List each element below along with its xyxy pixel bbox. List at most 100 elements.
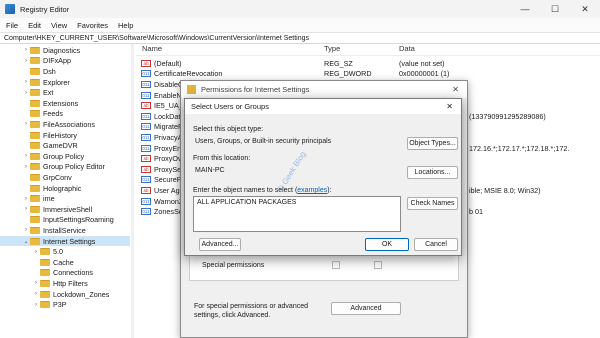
check-names-button[interactable]: Check Names xyxy=(407,197,458,210)
chevron-icon[interactable]: › xyxy=(32,291,40,297)
string-value-icon: ab xyxy=(141,155,151,163)
string-value-icon: ab xyxy=(141,165,151,173)
value-row[interactable]: 011 CertificateRevocation REG_DWORD 0x00000… xyxy=(136,69,600,80)
tree-item-label: Ext xyxy=(43,88,54,98)
minimize-button[interactable]: — xyxy=(510,0,540,18)
value-row[interactable]: ab (Default) REG_SZ (value not set) xyxy=(136,58,600,69)
column-type[interactable]: Type xyxy=(324,44,399,55)
folder-icon xyxy=(40,279,50,287)
tree-item[interactable]: › Group Policy xyxy=(0,151,130,162)
address-bar[interactable]: Computer\HKEY_CURRENT_USER\Software\Micr… xyxy=(0,32,600,44)
allow-checkbox[interactable] xyxy=(332,261,340,269)
cancel-button[interactable]: Cancel xyxy=(414,238,458,251)
examples-link[interactable]: examples xyxy=(297,187,327,194)
folder-icon xyxy=(40,248,50,256)
select-close-icon[interactable]: ✕ xyxy=(446,102,453,111)
location-label: From this location: xyxy=(193,155,251,162)
menu-file[interactable]: File xyxy=(6,21,18,30)
tree-item[interactable]: GameDVR xyxy=(0,140,130,151)
tree-scrollbar[interactable] xyxy=(131,44,134,338)
menu-bar: File Edit View Favorites Help xyxy=(0,18,600,32)
folder-icon xyxy=(30,142,40,150)
tree-item[interactable]: › ime xyxy=(0,193,130,204)
tree-item[interactable]: GrpConv xyxy=(0,172,130,183)
tree-item[interactable]: › P3P xyxy=(0,299,130,310)
binary-value-icon: 011 xyxy=(141,176,151,184)
chevron-icon[interactable]: › xyxy=(22,90,30,96)
registry-tree: › Diagnostics › DIFxApp Dsh › Explorer › Ext Exte… xyxy=(0,44,134,338)
tree-item[interactable]: › Ext xyxy=(0,87,130,98)
tree-item[interactable]: › 5.0 xyxy=(0,246,130,257)
chevron-icon[interactable]: › xyxy=(22,227,30,233)
binary-value-icon: 011 xyxy=(141,123,151,131)
value-type: REG_DWORD xyxy=(324,69,372,79)
tree-item[interactable]: Connections xyxy=(0,268,130,279)
tree-item[interactable]: Holographic xyxy=(0,183,130,194)
menu-edit[interactable]: Edit xyxy=(28,21,41,30)
folder-icon xyxy=(30,120,40,128)
binary-value-icon: 011 xyxy=(141,70,151,78)
maximize-button[interactable]: ☐ xyxy=(540,0,570,18)
tree-item[interactable]: Feeds xyxy=(0,109,130,120)
tree-item-label: DIFxApp xyxy=(43,56,71,66)
chevron-icon[interactable]: ⌄ xyxy=(22,238,30,245)
ok-button[interactable]: OK xyxy=(365,238,409,251)
chevron-icon[interactable]: › xyxy=(22,196,30,202)
chevron-icon[interactable]: › xyxy=(22,58,30,64)
tree-item[interactable]: › Diagnostics xyxy=(0,45,130,56)
folder-icon xyxy=(30,216,40,224)
permissions-advanced-button[interactable]: Advanced xyxy=(331,302,401,315)
chevron-icon[interactable]: › xyxy=(32,302,40,308)
tree-item-label: Http Filters xyxy=(53,278,88,288)
chevron-icon[interactable]: › xyxy=(22,153,30,159)
tree-item[interactable]: Extensions xyxy=(0,98,130,109)
folder-icon xyxy=(30,226,40,234)
tree-item[interactable]: Cache xyxy=(0,257,130,268)
tree-item-label: Holographic xyxy=(43,183,82,193)
chevron-icon[interactable]: › xyxy=(32,280,40,286)
select-users-dialog: Select Users or Groups ✕ Select this obj… xyxy=(184,98,462,256)
tree-item[interactable]: Dsh xyxy=(0,66,130,77)
column-data[interactable]: Data xyxy=(399,44,415,55)
tree-item[interactable]: › ImmersiveShell xyxy=(0,204,130,215)
tree-item-label: InstallService xyxy=(43,225,86,235)
folder-icon xyxy=(40,269,50,277)
string-value-icon: ab xyxy=(141,59,151,67)
column-name[interactable]: Name xyxy=(136,44,324,55)
locations-button[interactable]: Locations... xyxy=(407,166,458,179)
object-types-button[interactable]: Object Types... xyxy=(407,137,458,150)
tree-item[interactable]: › Explorer xyxy=(0,77,130,88)
deny-checkbox[interactable] xyxy=(374,261,382,269)
tree-item[interactable]: › Group Policy Editor xyxy=(0,162,130,173)
tree-item[interactable]: FileHistory xyxy=(0,130,130,141)
chevron-icon[interactable]: › xyxy=(22,47,30,53)
chevron-icon[interactable]: › xyxy=(22,164,30,170)
tree-item-label: Internet Settings xyxy=(43,236,96,246)
close-button[interactable]: ✕ xyxy=(570,0,600,18)
tree-item[interactable]: › Http Filters xyxy=(0,278,130,289)
chevron-icon[interactable]: › xyxy=(22,79,30,85)
chevron-icon[interactable]: › xyxy=(22,121,30,127)
tree-item[interactable]: › InstallService xyxy=(0,225,130,236)
tree-item[interactable]: › FileAssociations xyxy=(0,119,130,130)
permissions-close-icon[interactable]: ✕ xyxy=(452,85,459,94)
object-names-label: Enter the object names to select (exampl… xyxy=(193,187,332,194)
select-advanced-button[interactable]: Advanced... xyxy=(199,238,241,251)
menu-view[interactable]: View xyxy=(51,21,67,30)
chevron-icon[interactable]: › xyxy=(22,206,30,212)
chevron-icon[interactable]: › xyxy=(32,249,40,255)
tree-item[interactable]: › Lockdown_Zones xyxy=(0,289,130,300)
folder-icon xyxy=(30,205,40,213)
tree-item-label: Lockdown_Zones xyxy=(53,289,110,299)
object-names-input[interactable]: ALL APPLICATION PACKAGES xyxy=(193,196,401,232)
value-data: (value not set) xyxy=(399,58,445,68)
value-name: CertificateRevocation xyxy=(154,69,223,79)
menu-help[interactable]: Help xyxy=(118,21,133,30)
values-list-header: Name Type Data xyxy=(136,44,600,56)
menu-favorites[interactable]: Favorites xyxy=(77,21,108,30)
folder-icon xyxy=(40,258,50,266)
tree-item[interactable]: ⌄ Internet Settings xyxy=(0,235,130,247)
tree-item[interactable]: › DIFxApp xyxy=(0,56,130,67)
tree-item[interactable]: InputSettingsRoaming xyxy=(0,215,130,226)
binary-value-icon: 011 xyxy=(141,91,151,99)
